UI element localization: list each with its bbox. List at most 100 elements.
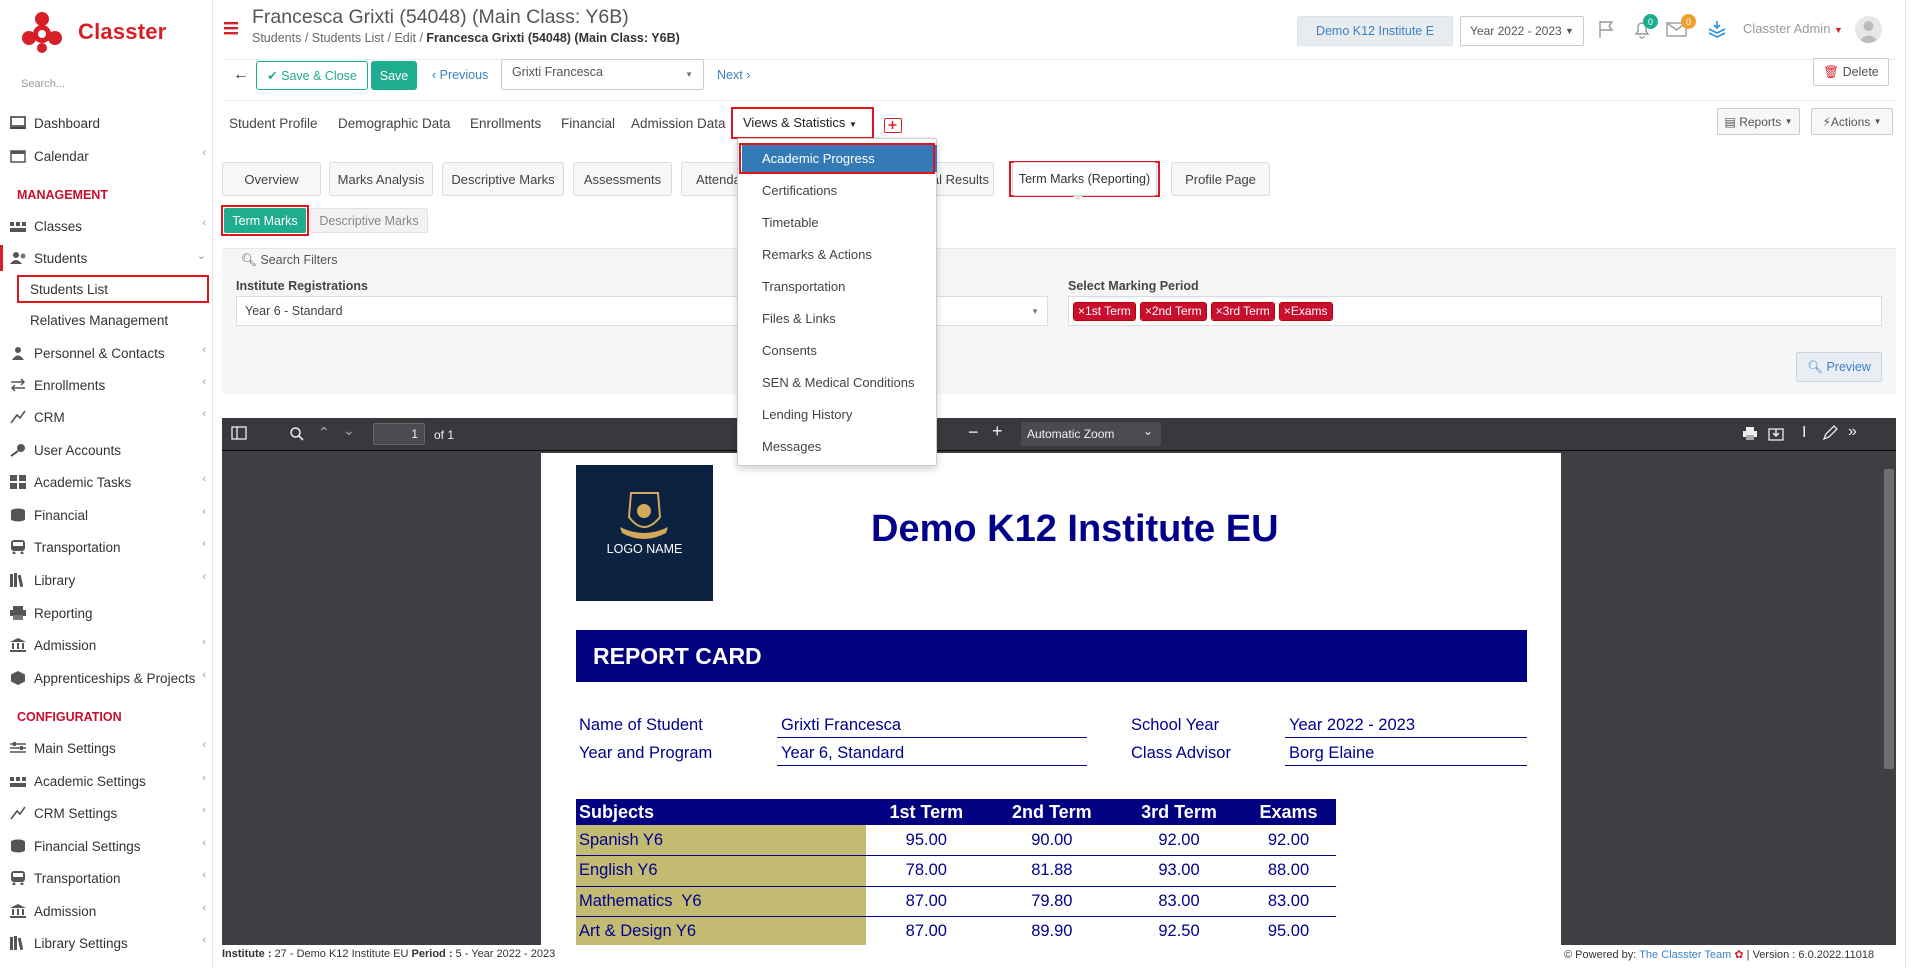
sidebar-item-personnel[interactable]: Personnel & Contacts ‹ [10,340,206,366]
save-close-button[interactable]: ✔ Save & Close [256,61,368,90]
zoom-select[interactable]: Automatic Zoom ⌄ [1021,422,1161,446]
menu-item-transportation[interactable]: Transportation [762,279,845,294]
tab-student-profile[interactable]: Student Profile [229,116,318,131]
search-filters-heading[interactable]: 🔍︎ Search Filters [241,253,337,268]
period-tag[interactable]: × 3rd Term [1210,301,1275,321]
zoom-out-icon[interactable]: − [968,422,979,443]
menu-item-lending-history[interactable]: Lending History [762,407,852,422]
tab-descriptive-marks-secondary[interactable]: Descriptive Marks [310,208,428,233]
zoom-in-icon[interactable]: + [992,421,1003,442]
back-button[interactable]: ← [229,61,253,88]
menu-item-files-links[interactable]: Files & Links [762,311,836,326]
sidebar-search-input[interactable]: Search... [21,78,65,90]
draw-icon[interactable] [1822,425,1838,444]
sidebar-item-academic-tasks[interactable]: Academic Tasks ‹ [10,469,206,495]
period-tag[interactable]: × 1st Term [1073,301,1136,321]
menu-item-remarks-actions[interactable]: Remarks & Actions [762,247,872,262]
tab-results[interactable]: al Results [930,162,994,196]
tab-descriptive-marks[interactable]: Descriptive Marks [442,162,564,196]
print-icon[interactable] [1742,426,1758,444]
sidebar-item-financial[interactable]: Financial ‹ [10,502,206,528]
app-logo[interactable]: Classter [20,10,166,54]
sidebar-item-library[interactable]: Library ‹ [10,567,206,593]
sidebar-item-crm-settings[interactable]: CRM Settings ‹ [10,800,206,826]
sidebar-item-students[interactable]: Students ⌄ [10,245,206,271]
preview-button[interactable]: 🔍︎ Preview [1796,352,1882,382]
sidebar-item-main-settings[interactable]: Main Settings ‹ [10,735,206,761]
reports-dropdown[interactable]: ▤ Reports ▼ [1717,108,1800,135]
add-tab-icon[interactable] [884,118,902,133]
menu-item-certifications[interactable]: Certifications [762,183,837,198]
sidebar-item-academic-settings[interactable]: Academic Settings ‹ [10,768,206,794]
remove-icon[interactable]: × [1284,304,1291,318]
flag-icon[interactable] [1597,19,1617,42]
sidebar-item-crm[interactable]: CRM ‹ [10,404,206,430]
next-button[interactable]: Next › [717,68,750,82]
hamburger-icon[interactable] [224,22,240,36]
tab-admission-data[interactable]: Admission Data [631,116,726,131]
period-tag[interactable]: × 2nd Term [1139,301,1207,321]
remove-icon[interactable]: × [1216,304,1223,318]
sidebar-item-calendar[interactable]: Calendar ‹ [10,143,206,169]
year-selector[interactable]: Year 2022 - 2023 ▼ [1460,16,1584,46]
delete-button[interactable]: 🗑 Delete [1813,58,1889,86]
remove-icon[interactable]: × [1078,304,1085,318]
tab-views-statistics[interactable]: Views & Statistics ▼ [743,115,857,130]
menu-item-consents[interactable]: Consents [762,343,817,358]
tools-icon[interactable]: » [1848,423,1857,441]
previous-page-icon[interactable]: ⌃ [318,424,330,441]
period-tag[interactable]: × Exams [1278,301,1333,321]
breadcrumb-item[interactable]: Students List [312,31,384,45]
sidebar-item-user-accounts[interactable]: User Accounts [10,437,206,463]
sidebar-item-enrollments[interactable]: Enrollments ‹ [10,372,206,398]
breadcrumb-item[interactable]: Students [252,31,301,45]
caret-down-icon: ▼ [685,70,693,79]
tab-term-marks[interactable]: Term Marks [224,208,306,233]
text-cursor-icon[interactable]: I [1802,424,1806,442]
sidebar-item-reporting[interactable]: Reporting [10,600,206,626]
pdf-scrollbar[interactable] [1882,451,1896,945]
next-page-icon[interactable]: ⌄ [343,422,355,439]
sidebar-toggle-icon[interactable] [231,426,247,443]
sidebar-item-admission-settings[interactable]: Admission ‹ [10,898,206,924]
find-icon[interactable] [289,426,305,445]
download-icon[interactable] [1768,426,1784,444]
sidebar-item-transportation-settings[interactable]: Transportation ‹ [10,865,206,891]
tab-assessments[interactable]: Assessments [573,162,672,196]
layers-icon[interactable] [1706,19,1728,42]
menu-item-sen-medical[interactable]: SEN & Medical Conditions [762,375,914,390]
marking-period-select[interactable]: × 1st Term × 2nd Term × 3rd Term × Exams [1068,296,1882,326]
sidebar-item-apprenticeships[interactable]: Apprenticeships & Projects ‹ [10,665,206,691]
breadcrumb-item[interactable]: Edit [394,31,416,45]
sidebar-item-library-settings[interactable]: Library Settings ‹ [10,930,206,956]
sidebar-item-classes[interactable]: Classes ‹ [10,213,206,239]
tab-overview[interactable]: Overview [222,162,321,196]
tab-demographic-data[interactable]: Demographic Data [338,116,451,131]
footer-team-link[interactable]: The Classter Team [1639,949,1731,961]
avatar[interactable] [1855,16,1882,43]
sidebar-subitem-students-list[interactable]: Students List [30,282,108,297]
save-button[interactable]: Save [371,61,417,90]
actions-dropdown[interactable]: ⚡ Actions ▼ [1811,108,1893,135]
tab-attendance[interactable]: Attenda [681,162,739,196]
page-number-input[interactable]: 1 [373,423,425,445]
sidebar-item-dashboard[interactable]: Dashboard [10,110,206,136]
tab-financial[interactable]: Financial [561,116,615,131]
student-select[interactable]: Grixti Francesca ▼ [501,59,704,90]
menu-item-messages[interactable]: Messages [762,439,821,454]
tab-profile-page[interactable]: Profile Page [1171,162,1270,196]
scrollbar-thumb[interactable] [1884,469,1894,769]
user-menu[interactable]: Classter Admin ▼ [1743,21,1843,36]
sidebar-subitem-relatives-management[interactable]: Relatives Management [30,313,168,328]
institute-selector[interactable]: Demo K12 Institute E [1297,16,1453,46]
chevron-left-icon: ‹ [202,837,206,849]
previous-button[interactable]: ‹ Previous [432,68,488,82]
tab-enrollments[interactable]: Enrollments [470,116,541,131]
sidebar-item-transportation[interactable]: Transportation ‹ [10,534,206,560]
menu-item-timetable[interactable]: Timetable [762,215,819,230]
remove-icon[interactable]: × [1145,304,1152,318]
tab-marks-analysis[interactable]: Marks Analysis [329,162,433,196]
sidebar-item-financial-settings[interactable]: Financial Settings ‹ [10,833,206,859]
tab-term-marks-reporting[interactable]: Term Marks (Reporting) [1012,162,1157,196]
sidebar-item-admission[interactable]: Admission ‹ [10,632,206,658]
